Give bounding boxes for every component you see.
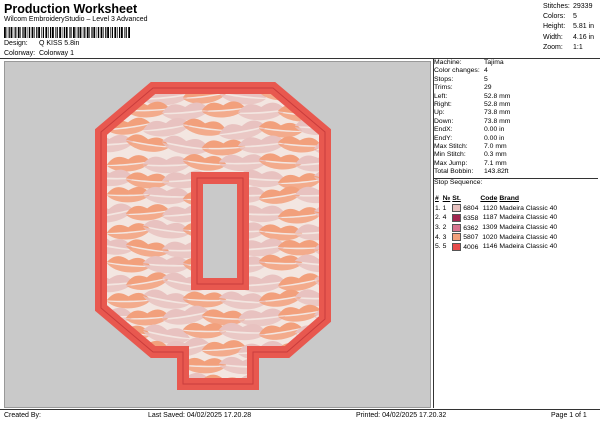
- color-swatch: [452, 233, 462, 242]
- summary-stitches: Stitches: 29339: [543, 3, 593, 10]
- info-color-changes: Color changes: 4: [434, 67, 488, 75]
- color-swatch: [452, 213, 462, 222]
- info-min-stitch: Min Stitch: 0.3 mm: [434, 151, 507, 159]
- info-machine: Machine: Tajima: [434, 59, 504, 66]
- footer-created-by: Created By:: [4, 412, 41, 419]
- stop-table-header: # № St. Code Brand: [435, 195, 520, 203]
- stop-row: 3. 2 6362 1309 Madeira Classic 40: [435, 223, 558, 232]
- info-stops: Stops: 5: [434, 75, 488, 83]
- color-swatch: [452, 204, 462, 213]
- info-total-bobbin: Total Bobbin: 143.82ft: [434, 168, 509, 176]
- stop-row: 2. 4 6358 1187 Madeira Classic 40: [435, 213, 558, 222]
- colorway-row: Colorway: Colorway 1: [4, 50, 74, 57]
- colorway-label: Colorway:: [4, 50, 36, 57]
- stop-row: 1. 1 6804 1120 Madeira Classic 40: [435, 204, 558, 213]
- footer-page: Page 1 of 1: [551, 412, 587, 419]
- colorway-value: Colorway 1: [38, 50, 74, 57]
- summary-height: Height: 5.81 in: [543, 23, 595, 31]
- info-max-stitch: Max Stitch: 7.0 mm: [434, 143, 507, 151]
- footer-printed: Printed: 04/02/2025 17.20.32: [356, 412, 447, 419]
- summary-colors: Colors: 5: [543, 13, 577, 21]
- stop-row: 4. 3 5807 1020 Madeira Classic 40: [435, 233, 558, 242]
- design-value: Q KISS 5.8in: [38, 40, 80, 47]
- color-swatch: [452, 242, 462, 251]
- summary-panel: Stitches: 29339 Colors: 5 Height: 5.81 in W…: [543, 2, 594, 53]
- software-name: Wilcom EmbroideryStudio – Level 3 Advanc…: [4, 16, 148, 23]
- machine-info-panel: Machine: Tajima Color changes: 4 Stops: 5 T…: [434, 59, 598, 187]
- info-left: Left: 52.8 mm: [434, 92, 511, 100]
- lips-pattern: [101, 88, 325, 384]
- info-endx: EndX: 0.00 in: [434, 126, 505, 134]
- summary-zoom: Zoom: 1:1: [543, 43, 583, 51]
- info-up: Up: 73.8 mm: [434, 109, 511, 117]
- design-label: Design:: [4, 40, 28, 47]
- footer-divider: [0, 409, 600, 410]
- barcode: [4, 27, 130, 38]
- info-endy: EndY: 0.00 in: [434, 134, 505, 142]
- footer-last-saved: Last Saved: 04/02/2025 17.20.28: [148, 412, 252, 419]
- design-preview: [4, 61, 431, 408]
- embroidery-q-design: [95, 82, 331, 390]
- info-trims: Trims: 29: [434, 84, 492, 92]
- info-right: Right: 52.8 mm: [434, 101, 511, 109]
- summary-width: Width: 4.16 in: [543, 33, 595, 41]
- page-title: Production Worksheet: [4, 2, 138, 16]
- info-down: Down: 73.8 mm: [434, 117, 511, 125]
- design-row: Design: Q KISS 5.8in: [4, 40, 79, 47]
- color-swatch: [452, 223, 462, 232]
- stop-sequence-heading: Stop Sequence:: [434, 178, 483, 186]
- stop-sequence-table: # № St. Code Brand 1. 1 6804 1120 Madeira Cl…: [434, 194, 558, 252]
- info-max-jump: Max Jump: 7.1 mm: [434, 159, 507, 167]
- stop-row: 5. 5 4006 1146 Madeira Classic 40: [435, 242, 558, 251]
